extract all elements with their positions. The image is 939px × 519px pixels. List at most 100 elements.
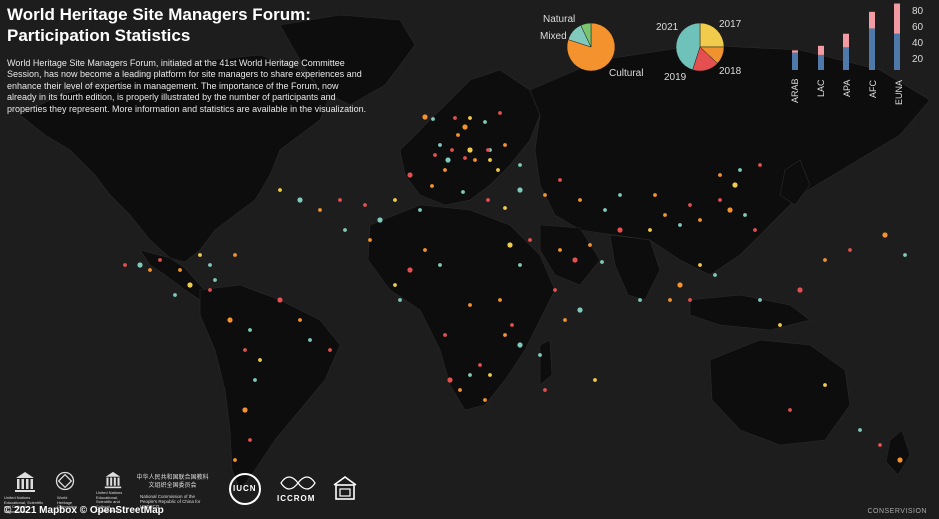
site-marker[interactable]	[858, 428, 862, 432]
site-marker[interactable]	[543, 388, 547, 392]
site-marker[interactable]	[463, 156, 467, 160]
site-marker[interactable]	[848, 248, 852, 252]
site-marker[interactable]	[478, 363, 482, 367]
site-marker[interactable]	[433, 153, 437, 157]
site-marker[interactable]	[148, 268, 152, 272]
site-marker[interactable]	[158, 258, 162, 262]
site-marker[interactable]	[688, 203, 692, 207]
site-marker[interactable]	[718, 173, 722, 177]
site-marker[interactable]	[648, 228, 652, 232]
site-marker[interactable]	[318, 208, 322, 212]
site-marker[interactable]	[468, 373, 472, 377]
site-marker[interactable]	[518, 163, 522, 167]
site-marker[interactable]	[732, 182, 738, 188]
site-marker[interactable]	[208, 288, 212, 292]
site-marker[interactable]	[173, 293, 177, 297]
site-marker[interactable]	[503, 333, 507, 337]
site-marker[interactable]	[678, 223, 682, 227]
site-marker[interactable]	[443, 333, 447, 337]
site-marker[interactable]	[243, 348, 247, 352]
site-marker[interactable]	[253, 378, 257, 382]
site-marker[interactable]	[430, 184, 434, 188]
site-marker[interactable]	[278, 188, 282, 192]
site-marker[interactable]	[698, 263, 702, 267]
site-marker[interactable]	[738, 168, 742, 172]
bar-lac-series-0[interactable]	[818, 54, 824, 70]
site-marker[interactable]	[398, 298, 402, 302]
site-marker[interactable]	[248, 328, 252, 332]
site-marker[interactable]	[753, 228, 757, 232]
site-marker[interactable]	[743, 213, 747, 217]
site-marker[interactable]	[538, 353, 542, 357]
site-marker[interactable]	[528, 238, 532, 242]
type-pie-chart[interactable]	[566, 22, 616, 72]
bar-apa-series-0[interactable]	[843, 47, 849, 70]
site-marker[interactable]	[208, 263, 212, 267]
site-marker[interactable]	[668, 298, 672, 302]
site-marker[interactable]	[618, 193, 622, 197]
site-marker[interactable]	[638, 298, 642, 302]
site-marker[interactable]	[878, 443, 882, 447]
site-marker[interactable]	[713, 273, 717, 277]
site-marker[interactable]	[488, 158, 492, 162]
site-marker[interactable]	[456, 133, 460, 137]
bar-arab-series-1[interactable]	[792, 50, 798, 53]
site-marker[interactable]	[663, 213, 667, 217]
site-marker[interactable]	[297, 197, 303, 203]
site-marker[interactable]	[438, 143, 442, 147]
site-marker[interactable]	[698, 218, 702, 222]
site-marker[interactable]	[517, 342, 523, 348]
site-marker[interactable]	[377, 217, 383, 223]
site-marker[interactable]	[496, 168, 500, 172]
bar-afc-series-1[interactable]	[869, 11, 875, 29]
site-marker[interactable]	[178, 268, 182, 272]
site-marker[interactable]	[407, 267, 413, 273]
site-marker[interactable]	[445, 157, 451, 163]
site-marker[interactable]	[488, 373, 492, 377]
site-marker[interactable]	[368, 238, 372, 242]
site-marker[interactable]	[458, 388, 462, 392]
site-marker[interactable]	[823, 383, 827, 387]
site-marker[interactable]	[453, 116, 457, 120]
site-marker[interactable]	[572, 257, 578, 263]
site-marker[interactable]	[498, 298, 502, 302]
site-marker[interactable]	[718, 198, 722, 202]
site-marker[interactable]	[407, 172, 413, 178]
site-marker[interactable]	[468, 303, 472, 307]
site-marker[interactable]	[258, 358, 262, 362]
site-marker[interactable]	[298, 318, 302, 322]
site-marker[interactable]	[603, 208, 607, 212]
site-marker[interactable]	[588, 243, 592, 247]
site-marker[interactable]	[227, 317, 233, 323]
site-marker[interactable]	[758, 298, 762, 302]
site-marker[interactable]	[338, 198, 342, 202]
site-marker[interactable]	[600, 260, 604, 264]
site-marker[interactable]	[483, 398, 487, 402]
site-marker[interactable]	[242, 407, 248, 413]
site-marker[interactable]	[486, 198, 490, 202]
site-marker[interactable]	[518, 263, 522, 267]
site-marker[interactable]	[797, 287, 803, 293]
site-marker[interactable]	[517, 187, 523, 193]
site-marker[interactable]	[393, 198, 397, 202]
bar-lac-series-1[interactable]	[818, 45, 824, 55]
site-marker[interactable]	[688, 298, 692, 302]
site-marker[interactable]	[462, 124, 468, 130]
site-marker[interactable]	[447, 377, 453, 383]
year-pie-chart[interactable]	[675, 22, 725, 72]
site-marker[interactable]	[418, 208, 422, 212]
site-marker[interactable]	[277, 297, 283, 303]
site-marker[interactable]	[553, 288, 557, 292]
site-marker[interactable]	[503, 206, 507, 210]
site-marker[interactable]	[498, 111, 502, 115]
site-marker[interactable]	[653, 193, 657, 197]
site-marker[interactable]	[578, 198, 582, 202]
site-marker[interactable]	[187, 282, 193, 288]
bar-euna-series-1[interactable]	[894, 3, 900, 34]
site-marker[interactable]	[778, 323, 782, 327]
site-marker[interactable]	[510, 323, 514, 327]
bar-arab-series-0[interactable]	[792, 52, 798, 70]
map-attribution[interactable]: © 2021 Mapbox © OpenStreetMap	[4, 505, 164, 516]
site-marker[interactable]	[558, 248, 562, 252]
site-marker[interactable]	[788, 408, 792, 412]
